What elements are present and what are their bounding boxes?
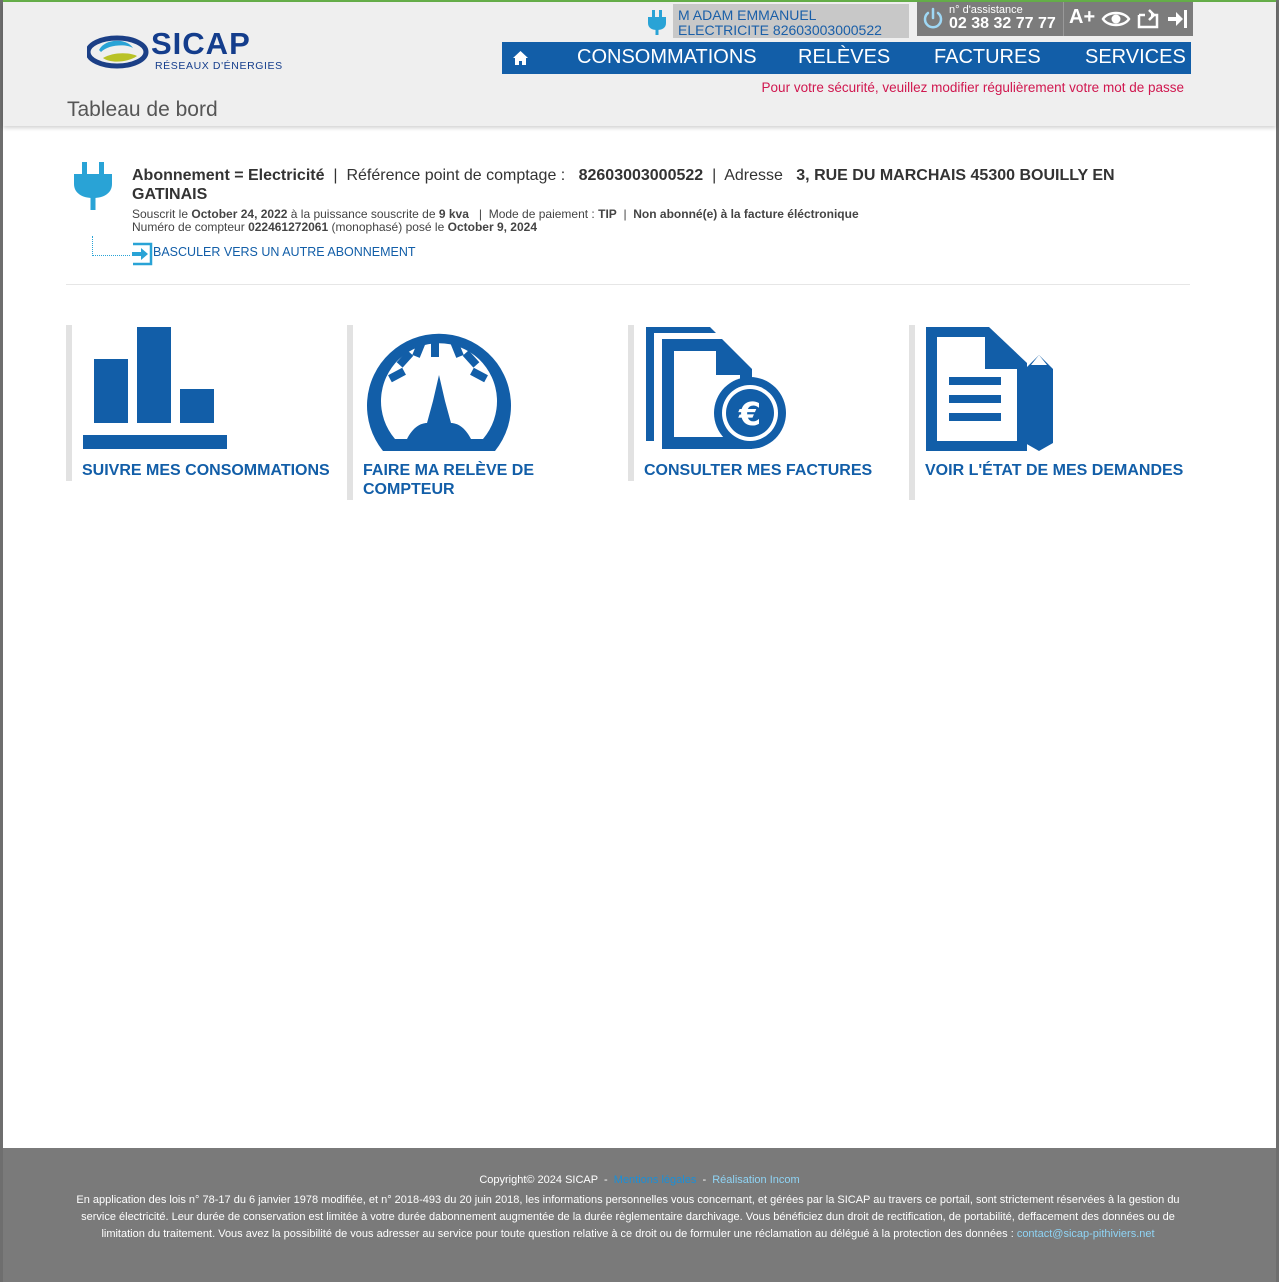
footer-copyright-line: Copyright© 2024 SICAP - Mentions légales…: [479, 1174, 800, 1186]
payment-label: Mode de paiement :: [488, 207, 595, 221]
assistance-toolbar: n° d'assistance 02 38 32 77 77 A+: [917, 2, 1193, 36]
switch-account-icon[interactable]: [1135, 7, 1161, 31]
home-icon[interactable]: [502, 42, 539, 74]
nav-releves[interactable]: RELÈVES: [798, 46, 890, 69]
plug-icon: [648, 10, 666, 35]
user-info: M ADAM EMMANUEL ELECTRICITE 826030030005…: [673, 4, 909, 38]
legal-paragraph: En application des lois n° 78-17 du 6 ja…: [76, 1194, 1180, 1240]
subscribed-date: October 24, 2022: [191, 207, 288, 221]
sicap-logo[interactable]: SICAP RÉSEAUX D'ÉNERGIES: [87, 28, 297, 76]
tile-consommations[interactable]: SUIVRE MES CONSOMMATIONS: [66, 325, 336, 481]
electricity-plug-icon: [74, 162, 112, 210]
copyright-text: Copyright© 2024 SICAP: [479, 1174, 598, 1186]
logout-icon[interactable]: [1165, 7, 1189, 31]
text-size-button[interactable]: A+: [1069, 6, 1095, 29]
user-name: M ADAM EMMANUEL: [678, 7, 817, 23]
current-user-box[interactable]: M ADAM EMMANUEL ELECTRICITE 826030030005…: [643, 4, 909, 38]
footer-legal-text: En application des lois n° 78-17 du 6 ja…: [63, 1192, 1193, 1243]
main-nav: CONSOMMATIONS RELÈVES FACTURES SERVICES: [502, 42, 1191, 74]
contact-email-link[interactable]: contact@sicap-pithiviers.net: [1017, 1228, 1155, 1240]
tile-factures[interactable]: € CONSULTER MES FACTURES: [628, 325, 898, 481]
tile-accent-bar: [66, 325, 72, 481]
tile-label: FAIRE MA RELÈVE DE COMPTEUR: [363, 462, 534, 498]
installed-date: October 9, 2024: [447, 220, 537, 234]
svg-text:€: €: [738, 395, 761, 433]
nav-consommations[interactable]: CONSOMMATIONS: [577, 46, 757, 69]
tile-accent-bar: [628, 325, 634, 481]
power-label: à la puissance souscrite de: [290, 207, 436, 221]
reference-value: 82603003000522: [578, 167, 704, 184]
site-footer: Copyright© 2024 SICAP - Mentions légales…: [3, 1148, 1276, 1282]
subscribed-label: Souscrit le: [132, 207, 189, 221]
subscription-detail-line2: Numéro de compteur 022461272061 (monopha…: [132, 221, 1132, 234]
section-divider: [66, 284, 1190, 285]
user-contract: ELECTRICITE 82603003000522: [678, 22, 882, 38]
subscription-summary: Abonnement = Electricité | Référence poi…: [132, 167, 1115, 203]
toolbar-separator: [1063, 2, 1064, 36]
tile-demandes[interactable]: VOIR L'ÉTAT DE MES DEMANDES: [909, 325, 1183, 500]
nav-factures[interactable]: FACTURES: [934, 46, 1041, 69]
power-value: 9 kva: [438, 207, 469, 221]
dotted-connector: [92, 236, 130, 256]
payment-value: TIP: [598, 207, 617, 221]
page-title: Tableau de bord: [67, 98, 218, 121]
bar-chart-icon: [83, 327, 227, 449]
switch-arrow-icon[interactable]: [130, 242, 154, 266]
switch-subscription-link[interactable]: BASCULER VERS UN AUTRE ABONNEMENT: [153, 245, 416, 259]
tile-label: SUIVRE MES CONSOMMATIONS: [82, 462, 330, 479]
legal-notice-link[interactable]: Mentions légales: [614, 1174, 697, 1186]
gauge-icon: [367, 333, 511, 451]
meter-type: (monophasé): [331, 220, 403, 234]
invoice-euro-icon: €: [646, 327, 786, 449]
address-label: Adresse: [724, 167, 783, 184]
reference-label: Référence point de comptage :: [346, 167, 566, 184]
document-pencil-icon: [926, 327, 1053, 451]
site-header: SICAP RÉSEAUX D'ÉNERGIES Tableau de bord…: [3, 2, 1276, 126]
meter-value: 022461272061: [248, 220, 329, 234]
logo-brand-name: SICAP: [151, 26, 251, 61]
eye-icon[interactable]: [1101, 8, 1131, 30]
realisation-link[interactable]: Réalisation Incom: [712, 1174, 799, 1186]
security-message: Pour votre sécurité, veuillez modifier r…: [761, 80, 1184, 95]
tile-label: CONSULTER MES FACTURES: [644, 462, 873, 479]
subscription-type: Abonnement = Electricité: [132, 167, 325, 184]
installed-label: posé le: [405, 220, 445, 234]
window-left-border: [0, 0, 3, 1282]
power-icon[interactable]: [921, 6, 945, 32]
tile-releve[interactable]: FAIRE MA RELÈVE DE COMPTEUR: [347, 325, 617, 500]
tile-accent-bar: [347, 325, 353, 500]
nav-services[interactable]: SERVICES: [1085, 46, 1186, 69]
tile-accent-bar: [909, 325, 915, 500]
tile-label: VOIR L'ÉTAT DE MES DEMANDES: [925, 462, 1184, 479]
assistance-number[interactable]: 02 38 32 77 77: [949, 15, 1056, 33]
subscription-details: Souscrit le October 24, 2022 à la puissa…: [132, 208, 1132, 234]
meter-label: Numéro de compteur: [132, 220, 245, 234]
sicap-swirl-icon: [87, 35, 149, 69]
einvoice-status: Non abonné(e) à la facture éléctronique: [633, 207, 859, 221]
logo-tagline: RÉSEAUX D'ÉNERGIES: [155, 60, 283, 72]
